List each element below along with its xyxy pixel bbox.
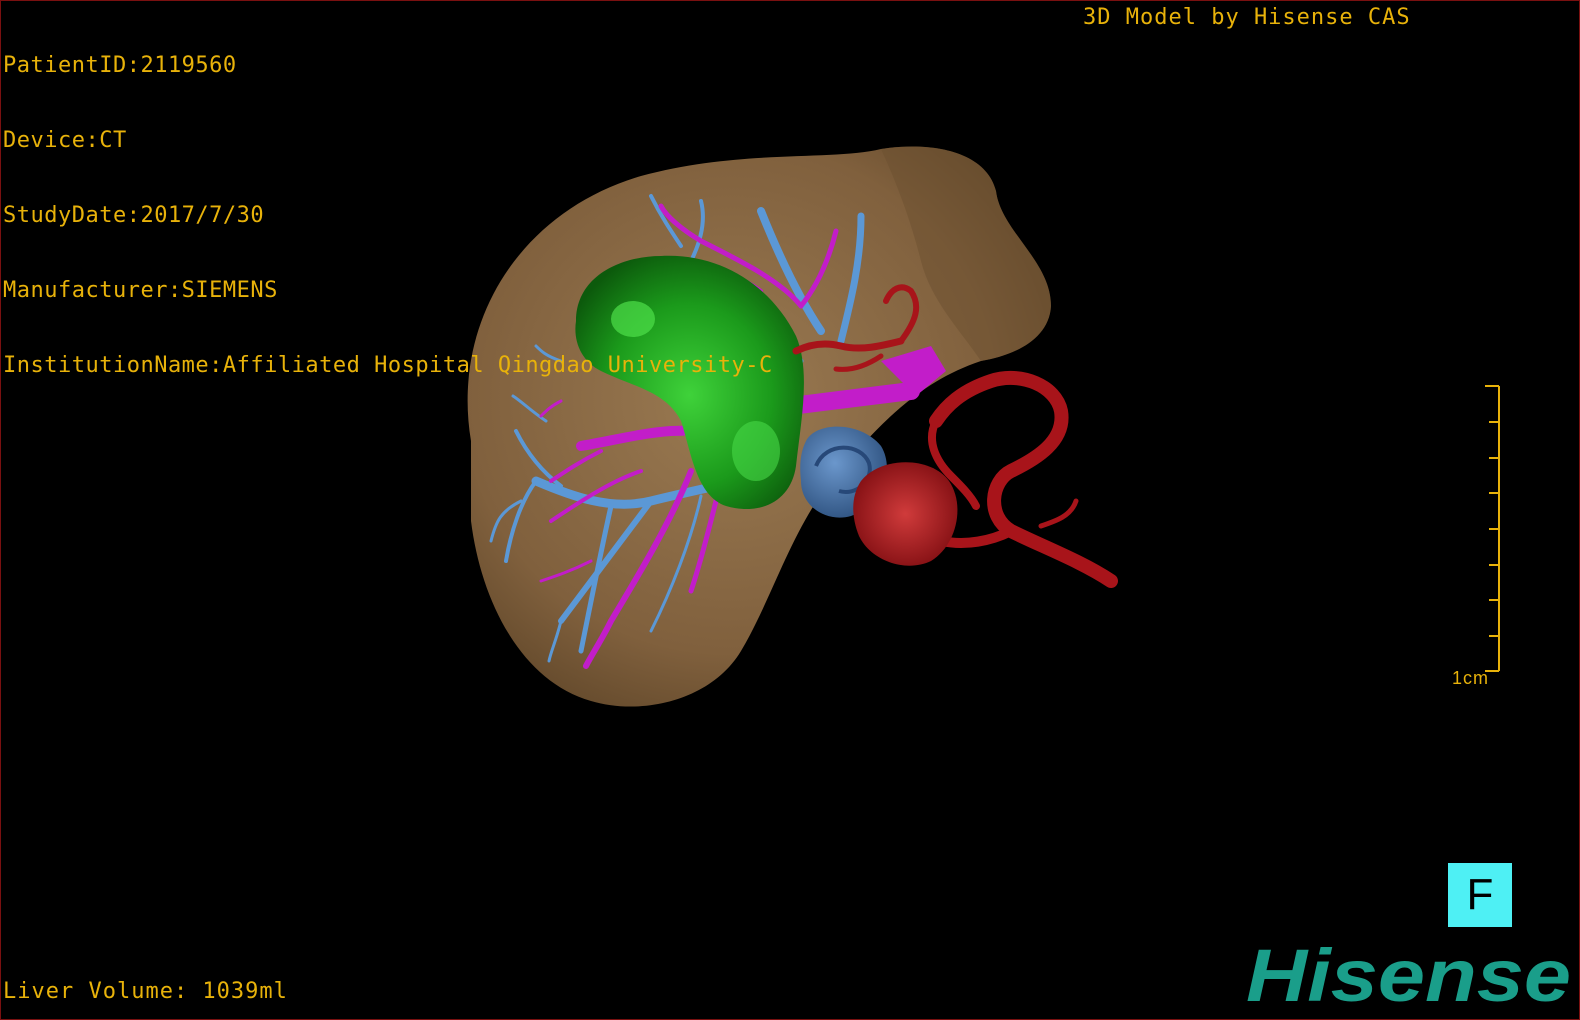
manufacturer-text: Manufacturer:SIEMENS bbox=[3, 278, 278, 303]
model-credit-text: 3D Model by Hisense CAS bbox=[1083, 5, 1411, 30]
scale-bar-label: 1cm bbox=[1452, 668, 1490, 688]
device-text: Device:CT bbox=[3, 128, 127, 153]
tumor-highlight bbox=[732, 421, 780, 481]
scale-bar bbox=[1485, 385, 1500, 672]
hisense-logo: Hisense bbox=[1246, 937, 1571, 1017]
3d-viewport[interactable]: PatientID:2119560 Device:CT StudyDate:20… bbox=[0, 0, 1580, 1020]
hisense-logo-text: Hisense bbox=[1246, 937, 1571, 1017]
institution-text: InstitutionName:Affiliated Hospital Qing… bbox=[3, 353, 773, 378]
orientation-indicator[interactable]: F bbox=[1448, 863, 1512, 927]
orientation-label: F bbox=[1466, 870, 1494, 919]
dicom-info-overlay: PatientID:2119560 Device:CT StudyDate:20… bbox=[3, 3, 773, 428]
patient-id-text: PatientID:2119560 bbox=[3, 53, 237, 78]
artery-aneurysm[interactable] bbox=[853, 462, 958, 566]
study-date-text: StudyDate:2017/7/30 bbox=[3, 203, 265, 228]
liver-volume-text: Liver Volume: 1039ml bbox=[3, 979, 288, 1004]
